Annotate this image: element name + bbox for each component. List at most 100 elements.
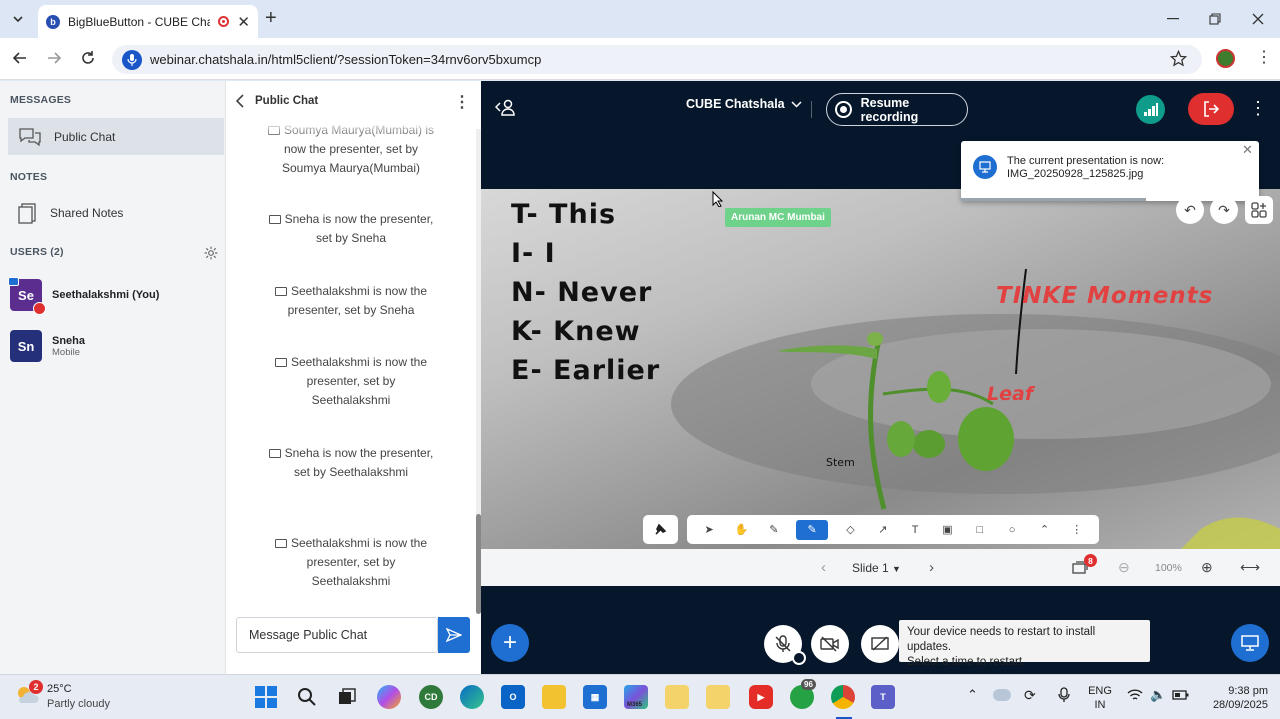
resume-recording-button[interactable]: Resume recording	[826, 93, 968, 126]
cd-app-icon[interactable]: CD	[419, 685, 443, 709]
sync-icon[interactable]: ⟳	[1024, 687, 1036, 704]
onedrive-icon[interactable]	[993, 689, 1011, 701]
meeting-options-icon[interactable]: ⋮	[1249, 99, 1267, 117]
slide-selector[interactable]: Slide 1 ▼	[852, 561, 901, 575]
share-webcam-button[interactable]	[811, 625, 849, 663]
whatsapp-icon[interactable]: 96	[790, 679, 816, 709]
tab-search-icon[interactable]	[10, 11, 26, 27]
zoom-in-icon[interactable]: ⊕	[1201, 559, 1213, 576]
clock[interactable]: 9:38 pm 28/09/2025	[1198, 684, 1268, 712]
task-view-icon[interactable]	[335, 685, 359, 709]
presentation-toggle-button[interactable]	[1231, 624, 1269, 662]
volume-icon[interactable]: 🔈	[1150, 687, 1166, 703]
user-settings-gear-icon[interactable]	[204, 246, 218, 260]
user-list-item[interactable]: Se Seethalakshmi (You)	[8, 277, 159, 315]
weather-widget[interactable]: 2	[14, 680, 43, 707]
profile-avatar[interactable]	[1216, 49, 1235, 68]
search-icon[interactable]	[295, 685, 319, 709]
chat-header: Public Chat ⋮	[226, 81, 482, 121]
edge-browser-icon[interactable]	[460, 685, 484, 709]
chat-options-icon[interactable]: ⋮	[454, 92, 470, 112]
windows-start-icon[interactable]	[254, 685, 278, 709]
users-heading: USERS (2)	[10, 246, 64, 258]
outlook-icon[interactable]: O	[501, 685, 525, 709]
microsoft-365-icon[interactable]: M365	[624, 685, 648, 709]
bookmark-star-icon[interactable]	[1170, 50, 1187, 67]
url-text: webinar.chatshala.in/html5client/?sessio…	[150, 52, 542, 67]
user-list-panel: MESSAGES Public Chat NOTES Shared Notes …	[0, 81, 225, 674]
microphone-tray-icon[interactable]	[1058, 687, 1070, 703]
teams-icon[interactable]: T	[871, 685, 895, 709]
show-hidden-icons-icon[interactable]: ⌃	[967, 687, 978, 703]
toggle-user-list-icon[interactable]	[495, 99, 515, 117]
copilot-icon[interactable]	[377, 685, 401, 709]
chat-message-input[interactable]: Message Public Chat	[236, 617, 438, 653]
more-tools-icon[interactable]: ⋮	[1067, 520, 1087, 540]
monitor-icon	[268, 449, 281, 458]
windows-taskbar: 2 25°C Partly cloudy CD O ▦ M365 ▶ 96 T …	[0, 674, 1280, 719]
whiteboard-toolbar: ➤ ✋ ✎ ✎ ◇ ↗ T ▣ □ ○ ⌃ ⋮	[687, 515, 1099, 544]
battery-icon[interactable]	[1172, 690, 1189, 700]
arrow-tool-icon[interactable]: ↗	[873, 520, 893, 540]
restore-window-icon[interactable]	[1205, 9, 1225, 29]
ellipse-tool-icon[interactable]: ○	[1002, 520, 1022, 540]
new-tab-button[interactable]: +	[265, 7, 277, 30]
chevron-left-icon[interactable]	[236, 94, 245, 108]
send-message-button[interactable]	[438, 617, 470, 653]
next-slide-icon[interactable]: ›	[929, 559, 934, 576]
meeting-title[interactable]: CUBE Chatshala	[686, 97, 802, 111]
sidebar-item-shared-notes[interactable]: Shared Notes	[8, 194, 224, 231]
document-app-icon-2[interactable]	[706, 685, 730, 709]
hand-tool-icon[interactable]: ✋	[731, 520, 751, 540]
multi-user-whiteboard-icon[interactable]	[1245, 196, 1273, 224]
file-explorer-icon[interactable]	[542, 685, 566, 709]
browser-tab-bar: b BigBlueButton - CUBE Chats ✕ +	[0, 0, 1280, 38]
youtube-icon[interactable]: ▶	[749, 685, 773, 709]
toggle-toolbar-button[interactable]	[643, 515, 678, 544]
eraser-tool-icon[interactable]: ◇	[840, 520, 860, 540]
address-bar[interactable]: webinar.chatshala.in/html5client/?sessio…	[112, 45, 1202, 74]
signal-bars-icon	[1143, 103, 1158, 116]
select-tool-icon[interactable]: ➤	[699, 520, 719, 540]
unmute-button[interactable]	[764, 625, 806, 665]
presentation-slide[interactable]: T- This I- I N- Never K- Knew E- Earlier…	[481, 189, 1280, 549]
draw-tool-icon[interactable]: ✎	[796, 519, 829, 540]
close-tab-icon[interactable]: ✕	[237, 13, 250, 31]
browser-menu-icon[interactable]: ⋮	[1256, 50, 1272, 66]
back-icon[interactable]	[12, 50, 28, 66]
leave-meeting-button[interactable]	[1188, 93, 1234, 125]
pencil-tool-icon[interactable]: ✎	[764, 520, 784, 540]
document-app-icon[interactable]	[665, 685, 689, 709]
close-toast-icon[interactable]: ✕	[1242, 143, 1253, 156]
browser-tab[interactable]: b BigBlueButton - CUBE Chats ✕	[38, 5, 258, 38]
wifi-icon[interactable]	[1127, 688, 1143, 702]
microsoft-store-icon[interactable]: ▦	[583, 685, 607, 709]
reload-icon[interactable]	[80, 50, 96, 66]
slide-acronym-line: N- Never	[511, 277, 653, 308]
share-screen-button[interactable]	[861, 625, 899, 663]
audio-options-icon[interactable]	[792, 651, 806, 665]
chevron-up-icon[interactable]: ⌃	[1034, 520, 1054, 540]
previous-slide-icon[interactable]: ‹	[821, 559, 826, 576]
user-list-item[interactable]: Sn Sneha Mobile	[10, 330, 85, 362]
close-window-icon[interactable]	[1248, 9, 1268, 29]
sidebar-item-public-chat[interactable]: Public Chat	[8, 118, 224, 155]
minimize-window-icon[interactable]	[1163, 9, 1183, 29]
microphone-in-use-icon[interactable]	[122, 49, 142, 70]
chrome-icon[interactable]	[831, 685, 855, 709]
avatar: Sn	[10, 330, 42, 362]
zoom-out-icon[interactable]: ⊖	[1118, 559, 1130, 576]
text-tool-icon[interactable]: T	[905, 520, 925, 540]
recording-indicator-icon	[218, 16, 230, 27]
rectangle-tool-icon[interactable]: □	[970, 520, 990, 540]
forward-icon[interactable]	[46, 50, 62, 66]
redo-icon[interactable]: ↷	[1210, 196, 1238, 224]
actions-plus-button[interactable]: +	[491, 624, 529, 662]
undo-icon[interactable]: ↶	[1176, 196, 1204, 224]
note-tool-icon[interactable]: ▣	[937, 520, 957, 540]
language-indicator[interactable]: ENG IN	[1086, 684, 1114, 712]
connection-status-button[interactable]	[1136, 95, 1165, 124]
avatar: Se	[8, 277, 46, 315]
windows-update-notification[interactable]: Your device needs to restart to install …	[899, 620, 1150, 668]
fit-width-icon[interactable]: ⟷	[1240, 559, 1260, 576]
